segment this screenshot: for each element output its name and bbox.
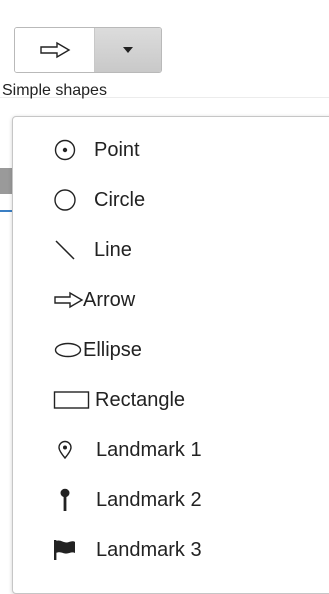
circle-icon [51, 186, 79, 214]
menu-item-label: Landmark 2 [96, 488, 202, 511]
line-icon [51, 236, 79, 264]
menu-item-arrow[interactable]: Arrow [13, 280, 329, 320]
point-icon [51, 136, 79, 164]
background-accent-line [0, 210, 12, 212]
menu-item-line[interactable]: Line [13, 230, 329, 270]
shape-split-button [14, 27, 162, 73]
shape-dropdown-toggle[interactable] [95, 28, 161, 72]
menu-item-label: Arrow [83, 288, 136, 311]
arrow-icon [39, 41, 70, 59]
landmark-pin-icon [51, 436, 79, 464]
menu-item-point[interactable]: Point [13, 130, 329, 170]
menu-item-label: Rectangle [95, 388, 186, 411]
menu-item-label: Point [94, 138, 140, 161]
menu-item-label: Line [94, 238, 132, 261]
arrow-icon [53, 286, 85, 314]
rectangle-icon [53, 386, 91, 414]
menu-item-landmark-3[interactable]: Landmark 3 [13, 530, 329, 570]
menu-item-label: Circle [94, 188, 146, 211]
shape-dropdown-menu: Point Circle Line Arrow Ellipse Rectangl… [12, 116, 329, 594]
landmark-flag-icon [51, 536, 79, 564]
menu-item-ellipse[interactable]: Ellipse [13, 330, 329, 370]
menu-item-label: Landmark 1 [96, 438, 202, 461]
menu-item-label: Landmark 3 [96, 538, 202, 561]
menu-item-landmark-2[interactable]: Landmark 2 [13, 480, 329, 520]
landmark-pushpin-icon [51, 486, 79, 514]
caret-down-icon [123, 47, 133, 53]
menu-item-landmark-1[interactable]: Landmark 1 [13, 430, 329, 470]
menu-item-rectangle[interactable]: Rectangle [13, 380, 329, 420]
toolbar-caption: Simple shapes [2, 82, 107, 99]
background-panel-block [0, 168, 12, 194]
menu-item-label: Ellipse [83, 338, 142, 361]
ellipse-icon [53, 336, 83, 364]
shape-tool-button[interactable] [15, 28, 95, 72]
menu-item-circle[interactable]: Circle [13, 180, 329, 220]
